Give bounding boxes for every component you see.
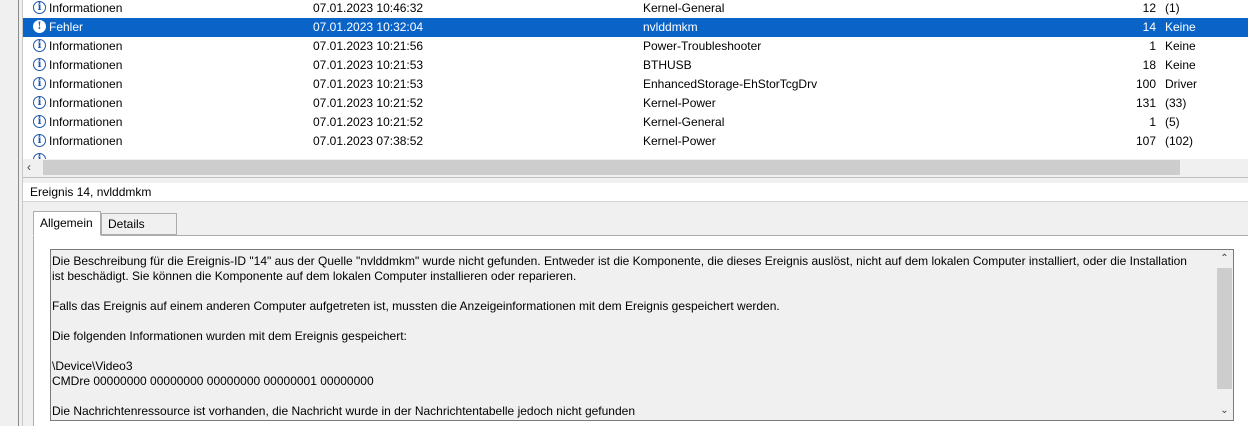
event-id-cell: 1 [1149,115,1156,129]
description-paragraph: Die folgenden Informationen wurden mit d… [52,329,407,343]
chevron-up-icon[interactable]: ⌃ [1216,252,1233,266]
event-id-cell: 14 [1142,20,1156,34]
event-row[interactable]: i Informationen 07.01.2023 10:21:53 Enha… [23,75,1248,94]
date-cell: 07.01.2023 10:46:32 [313,1,424,15]
vertical-scrollbar[interactable]: ⌃ ⌄ [1216,250,1233,420]
scrollbar-thumb[interactable] [1217,268,1232,389]
event-id-cell: 18 [1142,58,1156,72]
description-paragraph: \Device\Video3 [52,359,133,373]
chevron-left-icon[interactable]: ‹ [27,159,39,176]
event-row[interactable]: i Informationen 07.01.2023 10:21:52 Kern… [23,113,1248,132]
info-icon: i [33,96,46,109]
source-cell: Kernel-General [643,1,725,15]
event-list[interactable]: i Informationen 07.01.2023 10:46:32 Kern… [23,0,1248,176]
category-cell: (102) [1165,134,1194,148]
category-cell: Keine [1165,20,1196,34]
source-cell: Kernel-Power [643,134,716,148]
date-cell: 07.01.2023 10:21:53 [313,77,424,91]
tab-details[interactable]: Details [101,213,177,235]
chevron-down-icon[interactable]: ⌄ [1216,404,1233,418]
event-row[interactable]: i Informationen 07.01.2023 10:21:53 BTHU… [23,56,1248,75]
date-cell: 07.01.2023 10:32:04 [313,20,424,34]
tab-general[interactable]: Allgemein [33,211,101,236]
source-cell: Power-Troubleshooter [643,39,762,53]
level-cell: Informationen [49,96,123,110]
source-cell: Kernel-General [643,115,725,129]
date-cell: 07.01.2023 10:21:53 [313,58,424,72]
event-id-cell: 107 [1135,134,1156,148]
event-row[interactable]: i Informationen 07.01.2023 10:21:52 Kern… [23,94,1248,113]
scrollbar-thumb[interactable] [43,160,1180,175]
info-icon: i [33,77,46,90]
event-row[interactable]: i Informationen 07.01.2023 10:21:56 Powe… [23,37,1248,56]
date-cell: 07.01.2023 07:38:52 [313,134,424,148]
date-cell: 07.01.2023 10:21:52 [313,96,424,110]
level-cell: Informationen [49,39,123,53]
window-left-border [0,0,23,426]
source-cell: Kernel-Power [643,96,716,110]
category-cell: Keine [1165,58,1196,72]
category-cell: Keine [1165,39,1196,53]
level-cell: Informationen [49,58,123,72]
date-cell: 07.01.2023 10:21:56 [313,39,424,53]
info-icon: i [33,134,46,147]
level-cell: Informationen [49,115,123,129]
event-id-cell: 100 [1135,77,1156,91]
event-id-cell: 1 [1149,39,1156,53]
category-cell: (5) [1165,115,1180,129]
level-cell: Informationen [49,1,123,15]
source-cell: EnhancedStorage-EhStorTcgDrv [643,77,818,91]
description-paragraph: Falls das Ereignis auf einem anderen Com… [52,299,780,313]
event-row-selected[interactable]: ! Fehler 07.01.2023 10:32:04 nvlddmkm 14… [23,18,1248,37]
description-paragraph: Die Nachrichtenressource ist vorhanden, … [52,404,635,418]
source-cell: BTHUSB [643,58,692,72]
date-cell: 07.01.2023 10:21:52 [313,115,424,129]
event-id-cell: 12 [1142,1,1156,15]
description-paragraph: CMDre 00000000 00000000 00000000 0000000… [52,374,374,388]
event-row[interactable]: i Informationen 07.01.2023 07:38:52 Kern… [23,132,1248,151]
horizontal-scrollbar[interactable]: ‹ [23,159,1248,176]
category-cell: (33) [1165,96,1187,110]
info-icon: i [33,58,46,71]
event-detail-header: Ereignis 14, nvlddmkm [23,183,1248,202]
category-cell: (1) [1165,1,1180,15]
info-icon: i [33,39,46,52]
error-icon: ! [33,20,46,33]
description-paragraph: Die Beschreibung für die Ereignis-ID "14… [52,254,1187,283]
event-description-text: Die Beschreibung für die Ereignis-ID "14… [52,254,1202,419]
level-cell: Informationen [49,134,123,148]
event-description-box[interactable]: Die Beschreibung für die Ereignis-ID "14… [50,249,1234,421]
source-cell: nvlddmkm [643,20,698,34]
info-icon: i [33,115,46,128]
category-cell: Driver [1165,77,1197,91]
event-id-cell: 131 [1135,96,1156,110]
info-icon: i [33,1,46,14]
event-row[interactable]: i Informationen 07.01.2023 10:46:32 Kern… [23,0,1248,18]
level-cell: Fehler [49,20,84,34]
level-cell: Informationen [49,77,123,91]
